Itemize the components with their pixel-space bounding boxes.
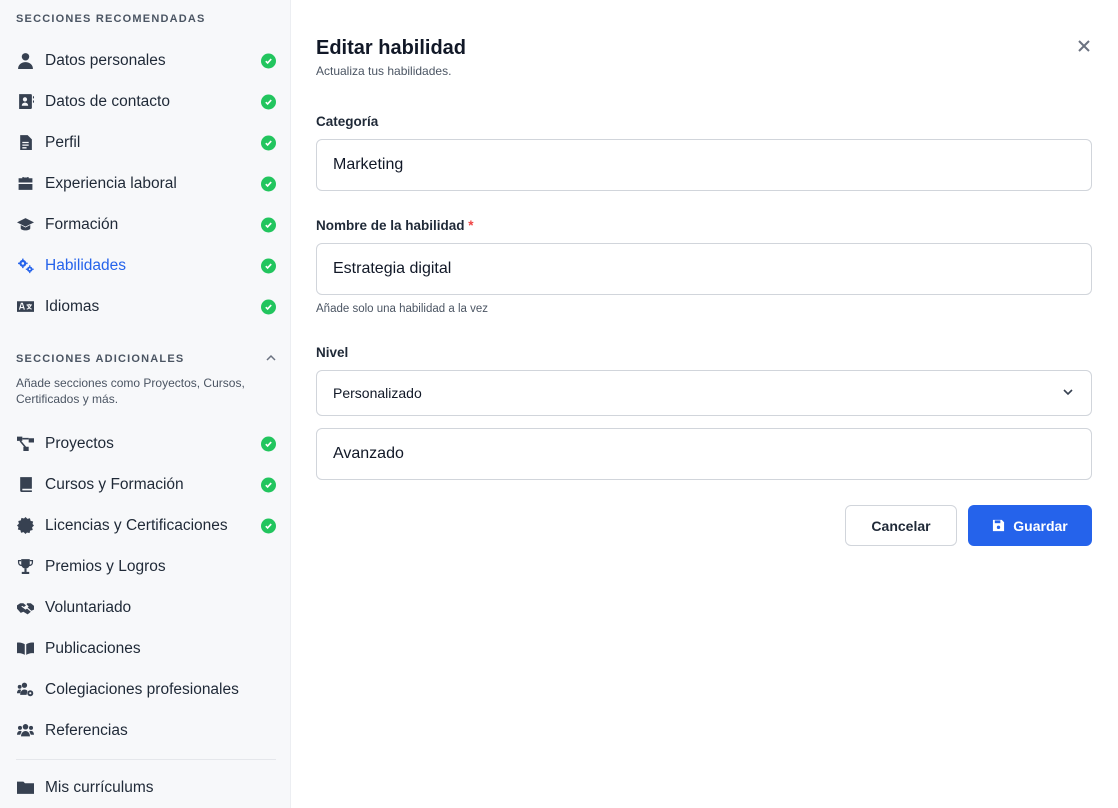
additional-sections-description: Añade secciones como Proyectos, Cursos, … xyxy=(16,376,245,406)
users-icon xyxy=(15,721,35,741)
check-icon xyxy=(261,94,276,109)
level-label: Nivel xyxy=(316,345,349,360)
required-mark: * xyxy=(468,218,474,233)
save-button-label: Guardar xyxy=(1013,517,1068,534)
sidebar: SECCIONES RECOMENDADAS Datos personales … xyxy=(0,0,291,808)
graduation-cap-icon xyxy=(15,215,35,235)
check-icon xyxy=(261,176,276,191)
check-icon xyxy=(261,53,276,68)
sidebar-item-label: Voluntariado xyxy=(45,598,132,616)
level-select-value: Personalizado xyxy=(333,385,422,401)
check-icon xyxy=(261,135,276,150)
check-icon xyxy=(261,299,276,314)
sidebar-item-label: Publicaciones xyxy=(45,639,141,657)
contact-card-icon xyxy=(15,92,35,112)
check-icon xyxy=(261,518,276,533)
sidebar-item-perfil[interactable]: Perfil xyxy=(0,122,291,163)
handshake-icon xyxy=(15,598,35,618)
users-cog-icon xyxy=(15,680,35,700)
sidebar-item-cursos[interactable]: Cursos y Formación xyxy=(0,464,291,505)
sidebar-item-idiomas[interactable]: Idiomas xyxy=(0,286,291,327)
project-diagram-icon xyxy=(15,434,35,454)
document-icon xyxy=(15,133,35,153)
sidebar-item-label: Colegiaciones profesionales xyxy=(45,680,239,698)
sidebar-item-proyectos[interactable]: Proyectos xyxy=(0,423,291,464)
check-icon xyxy=(261,258,276,273)
sidebar-item-publicaciones[interactable]: Publicaciones xyxy=(0,628,291,669)
certificate-icon xyxy=(15,516,35,536)
open-book-icon xyxy=(15,639,35,659)
sidebar-item-label: Perfil xyxy=(45,133,81,151)
sidebar-item-premios[interactable]: Premios y Logros xyxy=(0,546,291,587)
briefcase-icon xyxy=(15,174,35,194)
sidebar-item-label: Licencias y Certificaciones xyxy=(45,516,228,534)
recommended-sections-title: SECCIONES RECOMENDADAS xyxy=(16,13,206,25)
category-label: Categoría xyxy=(316,114,379,129)
sidebar-divider xyxy=(16,759,276,760)
check-icon xyxy=(261,217,276,232)
language-icon xyxy=(15,297,35,317)
sidebar-item-label: Proyectos xyxy=(45,434,114,452)
close-icon[interactable] xyxy=(1075,37,1093,55)
sidebar-item-referencias[interactable]: Referencias xyxy=(0,710,291,751)
sidebar-item-label: Datos de contacto xyxy=(45,92,170,110)
edit-skill-panel: Editar habilidad Actualiza tus habilidad… xyxy=(292,0,1118,808)
gears-icon xyxy=(15,256,35,276)
sidebar-item-label: Datos personales xyxy=(45,51,166,69)
skill-name-hint: Añade solo una habilidad a la vez xyxy=(316,303,488,315)
folder-icon xyxy=(15,778,35,798)
level-select[interactable]: Personalizado xyxy=(316,370,1092,416)
sidebar-item-licencias[interactable]: Licencias y Certificaciones xyxy=(0,505,291,546)
check-icon xyxy=(261,436,276,451)
page-subtitle: Actualiza tus habilidades. xyxy=(316,64,452,78)
sidebar-item-label: Mis currículums xyxy=(45,778,154,796)
cancel-button[interactable]: Cancelar xyxy=(845,505,957,546)
sidebar-item-label: Cursos y Formación xyxy=(45,475,184,493)
floppy-disk-icon xyxy=(993,519,1005,532)
sidebar-item-label: Premios y Logros xyxy=(45,557,166,575)
sidebar-item-experiencia[interactable]: Experiencia laboral xyxy=(0,163,291,204)
chevron-up-icon[interactable] xyxy=(264,351,278,365)
sidebar-item-colegiaciones[interactable]: Colegiaciones profesionales xyxy=(0,669,291,710)
sidebar-item-label: Experiencia laboral xyxy=(45,174,177,192)
sidebar-item-label: Referencias xyxy=(45,721,128,739)
check-icon xyxy=(261,477,276,492)
sidebar-item-label: Formación xyxy=(45,215,119,233)
skill-name-input[interactable] xyxy=(316,243,1092,295)
skill-name-label: Nombre de la habilidad * xyxy=(316,218,474,233)
additional-sections-title: SECCIONES ADICIONALES xyxy=(16,353,185,365)
trophy-icon xyxy=(15,557,35,577)
sidebar-item-mis-curriculums[interactable]: Mis currículums xyxy=(0,767,291,808)
sidebar-item-formacion[interactable]: Formación xyxy=(0,204,291,245)
skill-name-label-text: Nombre de la habilidad xyxy=(316,218,465,233)
sidebar-item-datos-contacto[interactable]: Datos de contacto xyxy=(0,81,291,122)
sidebar-item-datos-personales[interactable]: Datos personales xyxy=(0,40,291,81)
user-icon xyxy=(15,51,35,71)
sidebar-item-habilidades[interactable]: Habilidades xyxy=(0,245,291,286)
chevron-down-icon xyxy=(1061,385,1075,402)
save-button[interactable]: Guardar xyxy=(968,505,1092,546)
sidebar-item-label: Habilidades xyxy=(45,256,126,274)
sidebar-item-label: Idiomas xyxy=(45,297,100,315)
category-input[interactable] xyxy=(316,139,1092,191)
book-icon xyxy=(15,475,35,495)
sidebar-item-voluntariado[interactable]: Voluntariado xyxy=(0,587,291,628)
page-title: Editar habilidad xyxy=(316,37,467,59)
level-custom-input[interactable] xyxy=(316,428,1092,480)
